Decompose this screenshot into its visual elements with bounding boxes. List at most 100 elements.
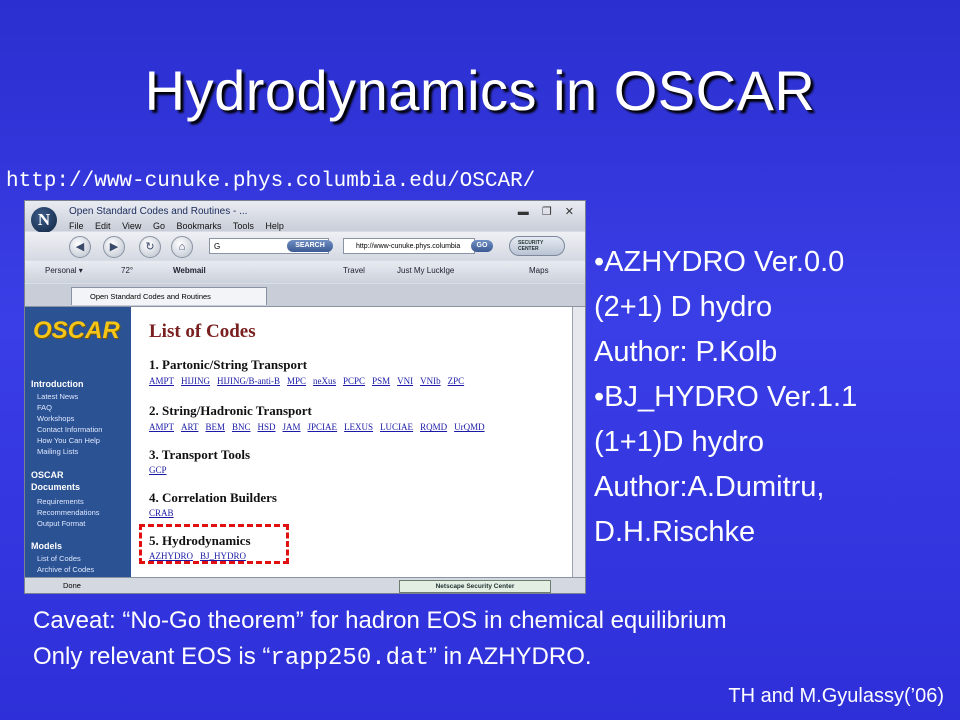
menu-bookmarks[interactable]: Bookmarks [176, 221, 221, 231]
section-heading: 3. Transport Tools [149, 447, 251, 462]
code-link[interactable]: JAM [283, 422, 301, 432]
bullet-line: •AZHYDRO Ver.0.0 [594, 246, 845, 278]
caveat-pre: Only relevant EOS is “ [33, 643, 271, 670]
back-icon[interactable]: ◀ [69, 236, 91, 258]
search-button[interactable]: SEARCH [287, 240, 333, 252]
sidebar-item[interactable]: List of Codes [37, 554, 81, 563]
sidebar-item[interactable]: Contact Information [37, 425, 102, 434]
code-link[interactable]: HIJING/B-anti-B [217, 376, 280, 386]
code-link[interactable]: CRAB [149, 508, 174, 518]
code-links-row: AMPT HIJING HIJING/B-anti-B MPC neXus PCPC PSM… [149, 376, 471, 386]
security-status[interactable]: Netscape Security Center [399, 580, 551, 593]
menu-edit[interactable]: Edit [95, 221, 111, 231]
tab-open-standard-codes[interactable]: Open Standard Codes and Routines [71, 287, 267, 305]
bullet-list: •AZHYDRO Ver.0.0 (2+1) D hydro Author: P… [594, 240, 857, 555]
bullet-line: (1+1)D hydro [594, 426, 765, 458]
code-link[interactable]: JPCIAE [308, 422, 338, 432]
code-link[interactable]: AMPT [149, 422, 174, 432]
credit-text: TH and M.Gyulassy(’06) [728, 685, 944, 707]
code-link[interactable]: LEXUS [344, 422, 373, 432]
window-title: Open Standard Codes and Routines - ... [69, 206, 248, 217]
code-links-row: GCP [149, 465, 174, 475]
code-link[interactable]: LUCIAE [380, 422, 413, 432]
oscar-sidebar: OSCAR Introduction Latest News FAQ Works… [25, 307, 131, 577]
home-icon[interactable]: ⌂ [171, 236, 193, 258]
bullet-line: •BJ_HYDRO Ver.1.1 [594, 381, 858, 413]
sidebar-item[interactable]: Archive of Codes [37, 565, 94, 574]
code-link[interactable]: ZPC [448, 376, 465, 386]
status-bar: Done Netscape Security Center [25, 577, 585, 593]
weather-item[interactable]: 72° [121, 266, 133, 275]
sidebar-heading-documents[interactable]: OSCAR Documents [31, 469, 101, 493]
code-link[interactable]: MPC [287, 376, 306, 386]
bullet-line: Author: P.Kolb [594, 336, 778, 368]
menu-go[interactable]: Go [153, 221, 165, 231]
sidebar-item[interactable]: How You Can Help [37, 436, 100, 445]
code-link[interactable]: PSM [372, 376, 390, 386]
maps-item[interactable]: Maps [529, 266, 549, 275]
code-link[interactable]: BEM [205, 422, 225, 432]
lucklge-item[interactable]: Just My Lucklge [397, 266, 454, 275]
sidebar-item[interactable]: Requirements [37, 497, 84, 506]
section-heading: 4. Correlation Builders [149, 490, 277, 505]
window-controls[interactable]: ▬ ❐ ✕ [518, 205, 579, 218]
vertical-scrollbar[interactable] [572, 307, 585, 577]
navigation-toolbar: ◀ ▶ ↻ ⌂ G SEARCH http://www-cunuke.phys.… [25, 232, 585, 260]
code-link[interactable]: GCP [149, 465, 167, 475]
sidebar-item[interactable]: FAQ [37, 403, 52, 412]
status-text: Done [63, 581, 81, 590]
code-link[interactable]: neXus [313, 376, 336, 386]
sidebar-item[interactable]: Mailing Lists [37, 447, 78, 456]
caveat-line-1: Caveat: “No-Go theorem” for hadron EOS i… [33, 607, 727, 634]
menu-bar: File Edit View Go Bookmarks Tools Help [69, 221, 293, 231]
code-link[interactable]: HSD [258, 422, 276, 432]
travel-item[interactable]: Travel [343, 266, 365, 275]
eos-filename: rapp250.dat [270, 645, 429, 672]
slide-title: Hydrodynamics in OSCAR [144, 59, 816, 122]
code-links-row: CRAB [149, 508, 181, 518]
section-heading: 1. Partonic/String Transport [149, 357, 308, 372]
sidebar-item[interactable]: Recommendations [37, 508, 100, 517]
code-link[interactable]: RQMD [420, 422, 447, 432]
bullet-line: (2+1) D hydro [594, 291, 773, 323]
browser-screenshot: N Open Standard Codes and Routines - ...… [24, 200, 586, 594]
sidebar-heading-models[interactable]: Models [31, 541, 62, 551]
oscar-url[interactable]: http://www-cunuke.phys.columbia.edu/OSCA… [6, 170, 535, 193]
security-center-button[interactable]: SECURITY CENTER [509, 236, 565, 256]
code-link[interactable]: VNI [397, 376, 413, 386]
hydrodynamics-highlight-box [139, 524, 289, 564]
bullet-line: Author:A.Dumitru, [594, 471, 825, 503]
browser-titlebar: N Open Standard Codes and Routines - ...… [25, 201, 585, 233]
page-content: OSCAR Introduction Latest News FAQ Works… [25, 307, 573, 577]
code-link[interactable]: AMPT [149, 376, 174, 386]
sidebar-item[interactable]: Workshops [37, 414, 74, 423]
personal-toolbar: Personal ▾ 72° Webmail Travel Just My Lu… [25, 261, 585, 283]
menu-view[interactable]: View [122, 221, 141, 231]
sidebar-item[interactable]: Latest News [37, 392, 78, 401]
menu-file[interactable]: File [69, 221, 84, 231]
oscar-logo[interactable]: OSCAR [33, 317, 120, 345]
page-title: List of Codes [149, 321, 256, 342]
caveat-line-2: Only relevant EOS is “rapp250.dat” in AZ… [33, 639, 727, 677]
forward-icon[interactable]: ▶ [103, 236, 125, 258]
code-link[interactable]: HIJING [181, 376, 210, 386]
menu-help[interactable]: Help [265, 221, 284, 231]
go-button[interactable]: GO [471, 240, 493, 252]
menu-tools[interactable]: Tools [233, 221, 254, 231]
sidebar-heading-introduction[interactable]: Introduction [31, 379, 84, 389]
code-link[interactable]: PCPC [343, 376, 365, 386]
netscape-logo-icon: N [31, 207, 57, 233]
code-link[interactable]: BNC [232, 422, 251, 432]
bullet-line: D.H.Rischke [594, 516, 756, 548]
code-links-row: AMPT ART BEM BNC HSD JAM JPCIAE LEXUS LUCIAE RQMD… [149, 422, 492, 432]
code-link[interactable]: UrQMD [454, 422, 485, 432]
caveat-text: Caveat: “No-Go theorem” for hadron EOS i… [33, 603, 727, 677]
reload-icon[interactable]: ↻ [139, 236, 161, 258]
sidebar-item[interactable]: Output Format [37, 519, 85, 528]
code-link[interactable]: ART [181, 422, 198, 432]
address-bar[interactable]: http://www-cunuke.phys.columbia [343, 238, 475, 254]
code-link[interactable]: VNIb [420, 376, 441, 386]
caveat-post: ” in AZHYDRO. [428, 643, 592, 670]
webmail-item[interactable]: Webmail [173, 266, 206, 275]
personal-menu[interactable]: Personal ▾ [45, 266, 83, 275]
